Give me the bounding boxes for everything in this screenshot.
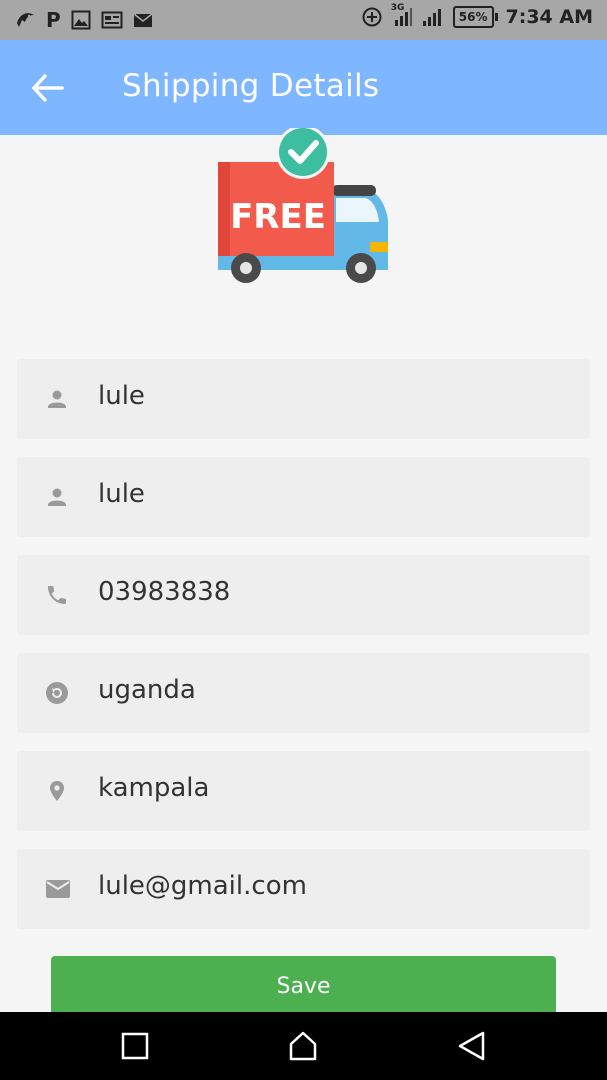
system-nav-bar [0,1012,607,1080]
free-shipping-truck-illustration: FREE [216,125,392,288]
status-notification-icons: P [14,8,153,32]
image-icon [71,10,91,30]
location-pin-icon [45,779,69,803]
status-bar: P 3G 56% 7:34 AM [0,0,607,40]
p-icon: P [46,8,61,32]
phone-field[interactable]: 03983838 [17,555,590,635]
email-value: lule@gmail.com [98,871,307,901]
person-icon [45,387,69,411]
network-type-label: 3G [390,3,405,13]
recent-apps-icon[interactable] [119,1030,151,1062]
arrow-left-icon [28,74,68,110]
person-icon [45,485,69,509]
city-field[interactable]: kampala [17,751,590,831]
first-name-value: lule [98,381,145,411]
country-value: uganda [98,675,196,705]
free-label: FREE [230,197,326,237]
email-field[interactable]: lule@gmail.com [17,849,590,929]
mail-icon [133,11,153,29]
email-icon [45,877,70,901]
bird-icon [14,9,36,31]
home-icon[interactable] [287,1030,319,1062]
data-saver-icon [361,6,383,28]
signal-icon [421,6,445,28]
back-triangle-icon[interactable] [456,1030,488,1062]
phone-icon [45,583,69,607]
last-name-field[interactable]: lule [17,457,590,537]
city-value: kampala [98,773,210,803]
history-icon [45,681,69,705]
signal-3g-icon: 3G [390,3,413,28]
phone-value: 03983838 [98,577,231,607]
status-time: 7:34 AM [505,6,594,28]
country-field[interactable]: uganda [17,653,590,733]
page-title: Shipping Details [122,68,380,104]
save-button[interactable]: Save [51,956,556,1016]
news-icon [101,10,123,30]
first-name-field[interactable]: lule [17,359,590,439]
status-system-icons: 3G 56% 7:34 AM [361,3,594,28]
app-bar: Shipping Details [0,40,607,135]
back-button[interactable] [28,70,68,106]
battery-indicator: 56% [452,6,498,28]
last-name-value: lule [98,479,145,509]
